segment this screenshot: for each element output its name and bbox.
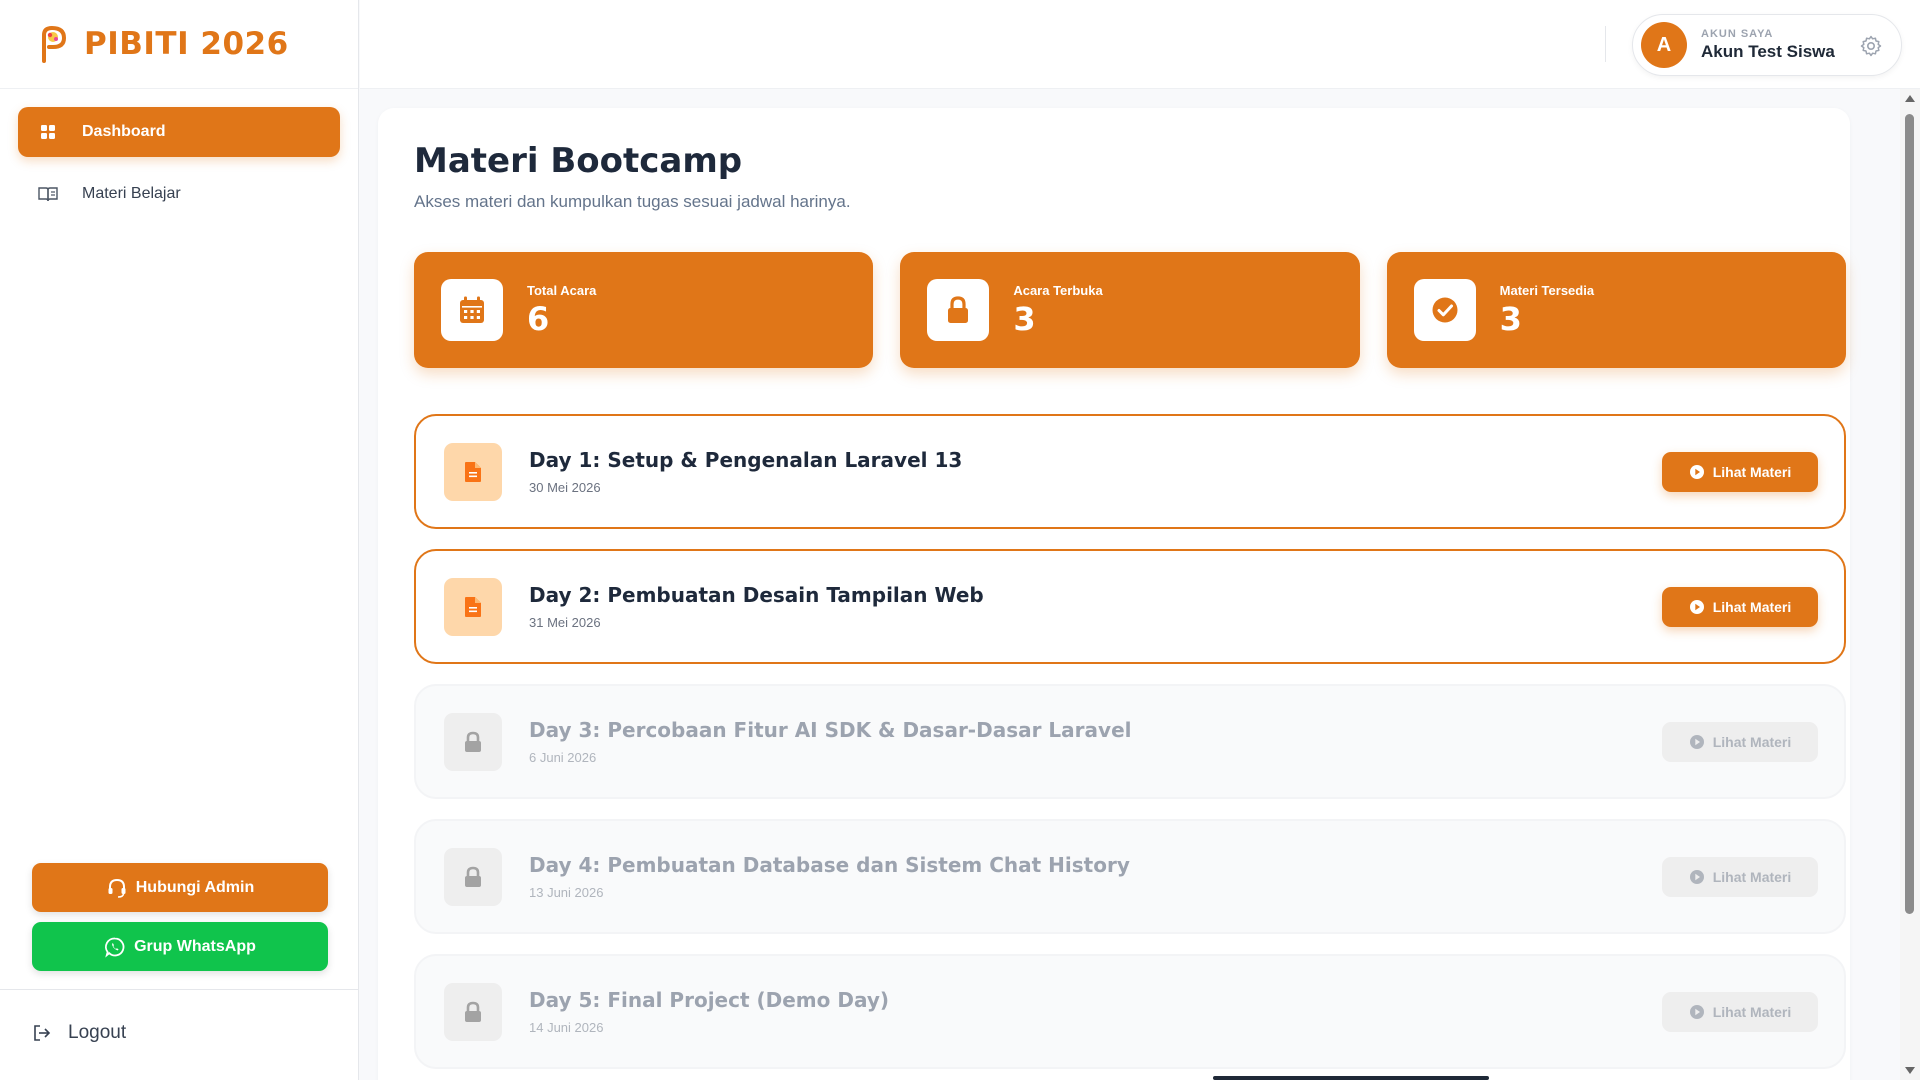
calendar-icon [441,279,503,341]
brand-logo-icon [42,25,67,63]
stat-card-available-materials: Materi Tersedia 3 [1386,252,1846,368]
sidebar-item-dashboard[interactable]: Dashboard [18,107,340,157]
play-circle-icon [1689,869,1705,885]
topbar-divider [1605,26,1606,62]
lock-icon [444,712,502,771]
brand-name: PIBITI 2026 [84,26,289,62]
view-material-label: Lihat Materi [1712,869,1792,885]
day-date: 31 Mei 2026 [529,615,601,630]
play-circle-icon [1689,734,1705,750]
page-title: Materi Bootcamp [414,141,743,181]
stat-card-total-events: Total Acara 6 [414,252,874,368]
view-material-button[interactable]: Lihat Materi [1662,452,1818,492]
logout-button[interactable]: Logout [32,1022,126,1044]
day-title: Day 5: Final Project (Demo Day) [529,988,889,1012]
sidebar-divider [0,989,359,990]
view-material-label: Lihat Materi [1712,734,1792,750]
topbar: A AKUN SAYA Akun Test Siswa [360,0,1920,89]
contact-admin-label: Hubungi Admin [135,878,255,896]
logout-label: Logout [68,1022,127,1043]
day-card-3: Day 3: Percobaan Fitur AI SDK & Dasar-Da… [414,684,1846,799]
view-material-button: Lihat Materi [1662,857,1818,897]
day-title: Day 2: Pembuatan Desain Tampilan Web [529,583,984,607]
scroll-thumb[interactable] [1905,114,1914,914]
scroll-down-arrow-icon[interactable] [1905,1067,1915,1074]
bottom-indicator [1213,1076,1489,1080]
scrollbar[interactable] [1900,89,1920,1080]
lock-icon [444,847,502,906]
account-info: AKUN SAYA Akun Test Siswa [1701,28,1835,62]
day-date: 13 Juni 2026 [529,885,604,900]
day-text: Day 1: Setup & Pengenalan Laravel 13 30 … [529,448,962,495]
stat-label: Materi Tersedia [1499,282,1595,298]
view-material-label: Lihat Materi [1712,1004,1792,1020]
account-name: Akun Test Siswa [1701,42,1835,61]
book-icon [38,184,58,204]
sidebar-item-label: Materi Belajar [82,185,181,202]
day-text: Day 2: Pembuatan Desain Tampilan Web 31 … [529,583,984,630]
scroll-up-arrow-icon[interactable] [1905,95,1915,102]
day-title: Day 1: Setup & Pengenalan Laravel 13 [529,448,963,472]
sidebar: PIBITI 2026 Dashboard Materi Belajar Hub… [0,0,359,1080]
day-card-1[interactable]: Day 1: Setup & Pengenalan Laravel 13 30 … [414,414,1846,529]
day-date: 30 Mei 2026 [529,480,601,495]
stat-value: 6 [527,299,550,338]
page-subtitle: Akses materi dan kumpulkan tugas sesuai … [414,192,851,211]
stat-value: 3 [1499,299,1522,338]
stat-label: Total Acara [527,282,597,298]
day-date: 14 Juni 2026 [529,1020,604,1035]
stat-card-open-events: Acara Terbuka 3 [900,252,1360,368]
day-title: Day 4: Pembuatan Database dan Sistem Cha… [529,853,1130,877]
day-card-5: Day 5: Final Project (Demo Day) 14 Juni … [414,954,1846,1069]
stats-row: Total Acara 6 Acara Terbuka 3 Materi Ter… [414,252,1846,368]
view-material-button[interactable]: Lihat Materi [1662,587,1818,627]
play-circle-icon [1689,599,1705,615]
whatsapp-icon [104,936,126,958]
sidebar-nav: Dashboard Materi Belajar [0,89,358,219]
sidebar-actions: Hubungi Admin Grup WhatsApp [32,863,328,981]
view-material-label: Lihat Materi [1712,599,1792,615]
avatar: A [1641,22,1687,68]
day-date: 6 Juni 2026 [529,750,597,765]
stat-text: Materi Tersedia 3 [1500,283,1594,338]
account-label: AKUN SAYA [1701,28,1774,40]
lock-icon [927,279,990,341]
stat-text: Total Acara 6 [527,283,596,338]
headset-icon [106,877,128,899]
gear-icon[interactable] [1859,34,1883,58]
account-menu[interactable]: A AKUN SAYA Akun Test Siswa [1632,14,1902,76]
play-circle-icon [1689,464,1705,480]
document-icon [444,442,502,501]
stat-text: Acara Terbuka 3 [1013,283,1102,338]
grid-icon [38,122,58,142]
main-content: Materi Bootcamp Akses materi dan kumpulk… [378,108,1850,1080]
contact-admin-button[interactable]: Hubungi Admin [32,863,328,912]
document-icon [444,577,502,636]
stat-value: 3 [1013,299,1036,338]
view-material-label: Lihat Materi [1712,464,1792,480]
day-text: Day 4: Pembuatan Database dan Sistem Cha… [529,853,1130,900]
sidebar-item-label: Dashboard [82,123,166,140]
day-title: Day 3: Percobaan Fitur AI SDK & Dasar-Da… [529,718,1132,742]
logout-icon [32,1023,52,1043]
play-circle-icon [1689,1004,1705,1020]
sidebar-item-materi-belajar[interactable]: Materi Belajar [18,169,340,219]
whatsapp-group-button[interactable]: Grup WhatsApp [32,922,328,971]
view-material-button: Lihat Materi [1662,992,1818,1032]
day-card-4: Day 4: Pembuatan Database dan Sistem Cha… [414,819,1846,934]
stat-label: Acara Terbuka [1013,282,1103,298]
brand[interactable]: PIBITI 2026 [0,0,358,89]
day-text: Day 3: Percobaan Fitur AI SDK & Dasar-Da… [529,718,1132,765]
whatsapp-group-label: Grup WhatsApp [134,937,256,955]
lock-icon [444,982,502,1041]
day-card-2[interactable]: Day 2: Pembuatan Desain Tampilan Web 31 … [414,549,1846,664]
view-material-button: Lihat Materi [1662,722,1818,762]
day-list: Day 1: Setup & Pengenalan Laravel 13 30 … [414,414,1846,1080]
day-text: Day 5: Final Project (Demo Day) 14 Juni … [529,988,889,1035]
check-circle-icon [1413,279,1476,341]
